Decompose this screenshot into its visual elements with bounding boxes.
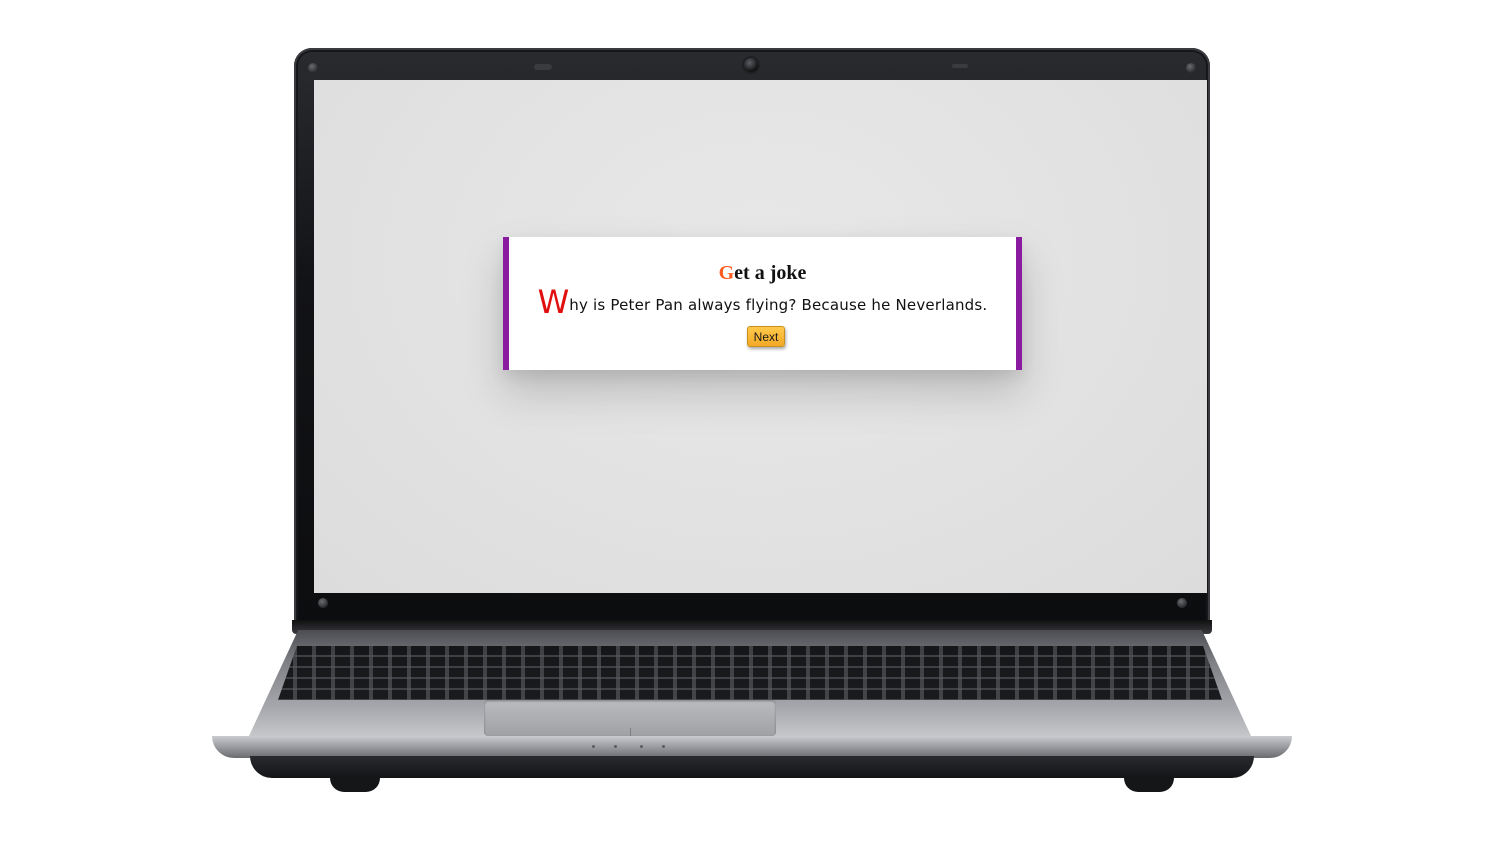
joke-drop-cap: W <box>537 283 570 321</box>
joke-text: Why is Peter Pan always flying? Because … <box>509 286 1016 320</box>
title-first-letter: G <box>718 262 735 284</box>
light-sensor-slot <box>952 64 968 68</box>
webcam-icon <box>744 58 758 72</box>
laptop-foot <box>330 778 380 792</box>
bezel-screw-icon <box>1186 63 1196 73</box>
microphone-slot <box>534 64 552 70</box>
page-title: Get a joke <box>509 261 1016 285</box>
laptop-base-bottom <box>250 756 1254 778</box>
status-light-icon <box>592 745 595 748</box>
joke-body: hy is Peter Pan always flying? Because h… <box>569 296 988 314</box>
status-light-icon <box>614 745 617 748</box>
title-rest: et a joke <box>734 262 807 284</box>
laptop-mockup: Get a joke Why is Peter Pan always flyin… <box>0 0 1500 844</box>
trackpad-divider <box>630 728 631 736</box>
laptop-screen: Get a joke Why is Peter Pan always flyin… <box>314 80 1207 593</box>
laptop-foot <box>1124 778 1174 792</box>
joke-card: Get a joke Why is Peter Pan always flyin… <box>503 237 1022 370</box>
keyboard-rows <box>278 646 1222 700</box>
laptop-base-front <box>212 736 1292 758</box>
next-button[interactable]: Next <box>747 326 785 347</box>
status-light-icon <box>640 745 643 748</box>
bezel-screw-icon <box>318 598 328 608</box>
bezel-screw-icon <box>308 63 318 73</box>
bezel-screw-icon <box>1177 598 1187 608</box>
status-light-icon <box>662 745 665 748</box>
